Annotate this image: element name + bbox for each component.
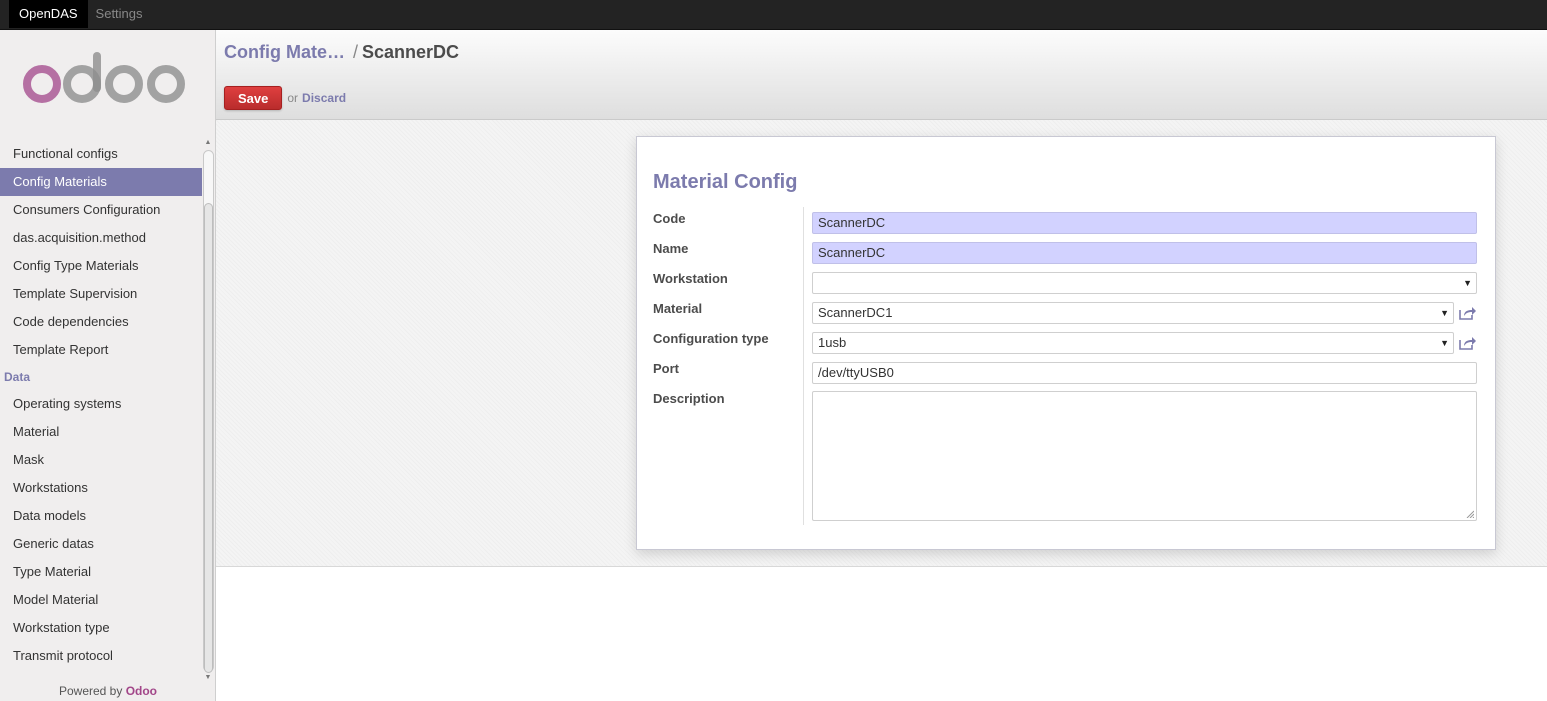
- form-divider: [803, 207, 804, 525]
- dropdown-arrow-icon: ▼: [1440, 308, 1449, 318]
- sidebar-item-template-report[interactable]: Template Report: [0, 336, 202, 364]
- port-input[interactable]: /dev/ttyUSB0: [812, 362, 1477, 384]
- sidebar-item-code-dependencies[interactable]: Code dependencies: [0, 308, 202, 336]
- port-label: Port: [653, 361, 679, 376]
- sidebar-item-functional-configs[interactable]: Functional configs: [0, 140, 202, 168]
- powered-by-label: Powered by: [58, 684, 123, 698]
- powered-by-odoo-link[interactable]: Odoo: [126, 684, 157, 698]
- scroll-up-icon[interactable]: ▲: [203, 138, 213, 148]
- material-select[interactable]: ScannerDC1 ▼: [812, 302, 1454, 324]
- top-menu-settings[interactable]: Settings: [88, 0, 151, 28]
- top-menu-opendas[interactable]: OpenDAS: [9, 0, 88, 28]
- configuration-type-select[interactable]: 1usb ▼: [812, 332, 1454, 354]
- form-actions: Save or Discard: [224, 86, 346, 110]
- scroll-track[interactable]: [203, 150, 214, 673]
- sidebar-item-operating-systems[interactable]: Operating systems: [0, 390, 202, 418]
- sidebar-item-type-material[interactable]: Type Material: [0, 558, 202, 586]
- resize-grip-icon[interactable]: [1466, 510, 1474, 518]
- sidebar-item-workstations[interactable]: Workstations: [0, 474, 202, 502]
- save-button[interactable]: Save: [224, 86, 283, 110]
- sidebar-item-consumers-configuration[interactable]: Consumers Configuration: [0, 196, 202, 224]
- sidebar-item-template-supervision[interactable]: Template Supervision: [0, 280, 202, 308]
- breadcrumb-parent-link[interactable]: Config Mate…: [224, 42, 345, 62]
- scroll-down-icon[interactable]: ▼: [203, 673, 213, 683]
- form-view-background: Material Config Code ScannerDC Name Scan…: [216, 120, 1547, 567]
- sidebar-item-material[interactable]: Material: [0, 418, 202, 446]
- configuration-type-value: 1usb: [818, 335, 847, 350]
- sidebar-item-das-acquisition-method[interactable]: das.acquisition.method: [0, 224, 202, 252]
- or-text: or: [287, 91, 299, 105]
- top-menu-bar: OpenDAS Settings: [0, 0, 1547, 30]
- material-label: Material: [653, 301, 703, 316]
- material-value: ScannerDC1: [818, 305, 893, 320]
- sidebar-menu: Functional configs Config Materials Cons…: [0, 140, 202, 670]
- control-panel: Config Mate… / ScannerDC Save or Discard: [216, 30, 1547, 120]
- external-link-icon[interactable]: [1459, 306, 1477, 320]
- odoo-logo[interactable]: [20, 50, 190, 114]
- breadcrumb: Config Mate… / ScannerDC: [224, 42, 459, 63]
- workstation-label: Workstation: [653, 271, 728, 286]
- dropdown-arrow-icon: ▼: [1463, 278, 1472, 288]
- odoo-logo-icon: [23, 52, 185, 103]
- configuration-type-label: Configuration type: [653, 331, 769, 346]
- sidebar-item-mask[interactable]: Mask: [0, 446, 202, 474]
- form-sheet: Material Config Code ScannerDC Name Scan…: [636, 136, 1496, 550]
- powered-by: Powered by Odoo: [0, 683, 216, 699]
- sidebar-item-generic-datas[interactable]: Generic datas: [0, 530, 202, 558]
- dropdown-arrow-icon: ▼: [1440, 338, 1449, 348]
- top-menu: OpenDAS Settings: [0, 0, 1547, 28]
- description-textarea[interactable]: [812, 391, 1477, 521]
- scroll-thumb[interactable]: [204, 203, 213, 673]
- sidebar-section-data: Data: [4, 370, 31, 384]
- description-label: Description: [653, 391, 725, 406]
- sidebar-item-config-materials[interactable]: Config Materials: [0, 168, 202, 196]
- discard-link[interactable]: Discard: [302, 91, 346, 105]
- breadcrumb-separator: /: [353, 42, 359, 62]
- sidebar-item-workstation-type[interactable]: Workstation type: [0, 614, 202, 642]
- sidebar-item-data-models[interactable]: Data models: [0, 502, 202, 530]
- sidebar-item-model-material[interactable]: Model Material: [0, 586, 202, 614]
- sidebar-item-config-type-materials[interactable]: Config Type Materials: [0, 252, 202, 280]
- name-input[interactable]: ScannerDC: [812, 242, 1477, 264]
- external-link-icon[interactable]: [1459, 336, 1477, 350]
- sidebar-item-transmit-protocol[interactable]: Transmit protocol: [0, 642, 202, 670]
- workstation-select[interactable]: ▼: [812, 272, 1477, 294]
- sidebar-scrollbar[interactable]: ▲ ▼: [202, 138, 214, 683]
- code-input[interactable]: ScannerDC: [812, 212, 1477, 234]
- name-label: Name: [653, 241, 689, 256]
- breadcrumb-current: ScannerDC: [362, 42, 460, 62]
- form-title: Material Config: [653, 171, 798, 193]
- code-label: Code: [653, 211, 686, 226]
- left-sidebar: Functional configs Config Materials Cons…: [0, 30, 216, 701]
